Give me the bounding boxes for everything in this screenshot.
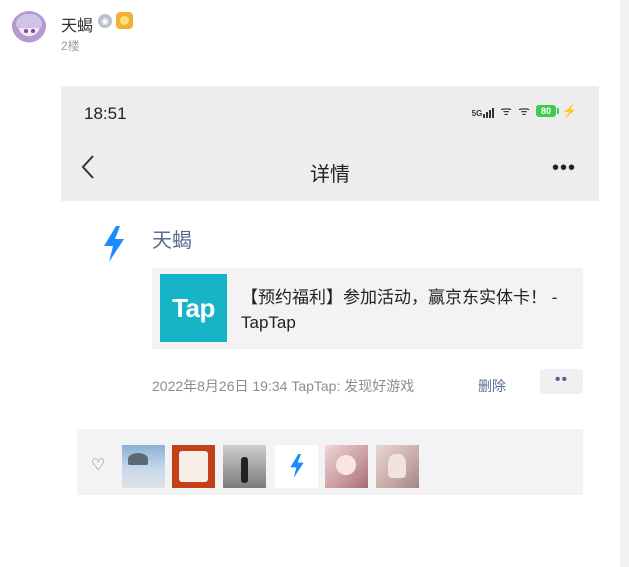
like-avatar[interactable]	[376, 445, 419, 488]
scrollbar[interactable]	[620, 0, 629, 567]
emoji-badge-icon	[116, 12, 133, 29]
link-title: 【预约福利】参加活动，赢京东实体卡！ - TapTap	[241, 288, 558, 332]
lightning-icon	[102, 226, 126, 262]
taptap-logo: Tap	[160, 274, 227, 342]
link-card[interactable]: Tap 【预约福利】参加活动，赢京东实体卡！ - TapTap	[152, 268, 583, 349]
wifi-icon: ᯤ	[518, 103, 531, 118]
like-avatar[interactable]	[122, 445, 165, 488]
battery-icon: 80	[536, 105, 560, 117]
post-meta: 2022年8月26日 19:34 TapTap: 发现好游戏	[152, 378, 415, 394]
level-badge-icon: ◉	[98, 14, 112, 28]
avatar[interactable]	[11, 11, 47, 47]
avatar-eye	[31, 29, 35, 33]
post-author[interactable]: 天蝎	[152, 224, 192, 253]
floor-number: 2楼	[61, 39, 80, 53]
username[interactable]: 天蝎	[61, 12, 93, 36]
likes-box: ♡	[77, 429, 583, 495]
like-avatar[interactable]	[172, 445, 215, 488]
status-time: 18:51	[84, 104, 127, 123]
wifi-icon: ᯤ	[500, 103, 513, 118]
avatar-eye	[24, 29, 28, 33]
charging-icon: ⚡	[562, 104, 577, 118]
more-dots-icon[interactable]: •••	[552, 158, 576, 178]
like-avatar[interactable]	[325, 445, 368, 488]
more-actions-button[interactable]: ••	[540, 369, 583, 394]
network-label: 5G	[471, 109, 483, 118]
status-icons: 5G ᯤ ᯤ 80 ⚡	[472, 103, 577, 119]
like-avatar[interactable]	[275, 445, 318, 488]
delete-button[interactable]: 删除	[478, 376, 506, 396]
heart-icon: ♡	[91, 457, 106, 474]
avatar-hair	[16, 14, 42, 28]
signal-icon: 5G	[472, 104, 495, 118]
phone-nav-bar: 详情 •••	[61, 138, 599, 201]
page-title: 详情	[310, 164, 350, 186]
phone-status-bar: 18:51 5G ᯤ ᯤ 80 ⚡	[61, 86, 599, 138]
like-avatar[interactable]	[223, 445, 266, 488]
